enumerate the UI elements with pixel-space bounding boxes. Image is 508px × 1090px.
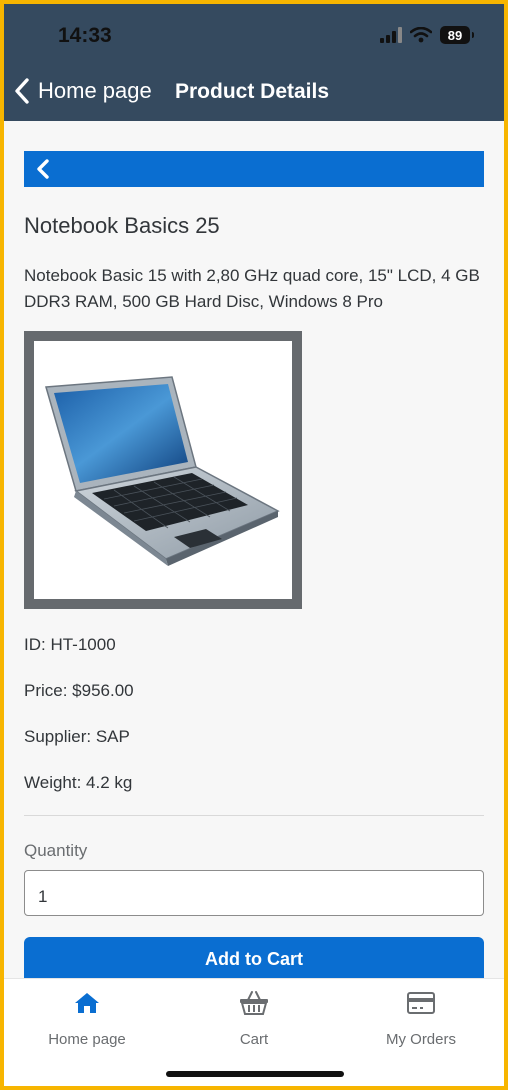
quantity-input[interactable]: 1 [24,870,484,916]
basket-icon [240,991,268,1015]
product-description: Notebook Basic 15 with 2,80 GHz quad cor… [24,266,480,311]
status-time: 14:33 [58,24,112,47]
product-weight: Weight: 4.2 kg [24,773,133,792]
back-button[interactable]: Home page [14,78,152,104]
home-indicator [166,1071,344,1077]
bottom-tab-bar: Home page Cart My Orders [4,978,504,1086]
product-id: ID: HT-1000 [24,635,116,654]
product-image [24,331,302,609]
product-price: Price: $956.00 [24,681,134,700]
tab-cart[interactable]: Cart [171,989,337,1048]
top-bar: 14:33 89 Home page Product Details [4,4,504,121]
app-frame: 14:33 89 Home page Product Details Noteb… [4,4,504,1086]
quantity-label: Quantity [24,841,88,860]
divider [24,815,484,816]
sub-nav-bar [24,151,484,187]
back-chevron-icon[interactable] [36,159,50,179]
laptop-image [45,376,280,566]
page-title: Product Details [175,80,330,103]
tab-home[interactable]: Home page [4,989,170,1048]
chevron-left-icon [15,78,29,104]
tab-my-orders-label: My Orders [385,1031,456,1048]
tab-home-label: Home page [48,1031,126,1048]
wifi-icon [410,27,432,43]
card-icon [407,992,435,1014]
product-supplier: Supplier: SAP [24,727,130,746]
battery-icon: 89 [440,26,474,44]
back-label: Home page [38,78,152,103]
signal-icon [380,27,402,43]
home-icon [75,993,99,1013]
product-name: Notebook Basics 25 [24,213,220,238]
status-icons: 89 [380,26,474,44]
tab-cart-label: Cart [239,1031,269,1048]
tab-my-orders[interactable]: My Orders [338,989,504,1048]
